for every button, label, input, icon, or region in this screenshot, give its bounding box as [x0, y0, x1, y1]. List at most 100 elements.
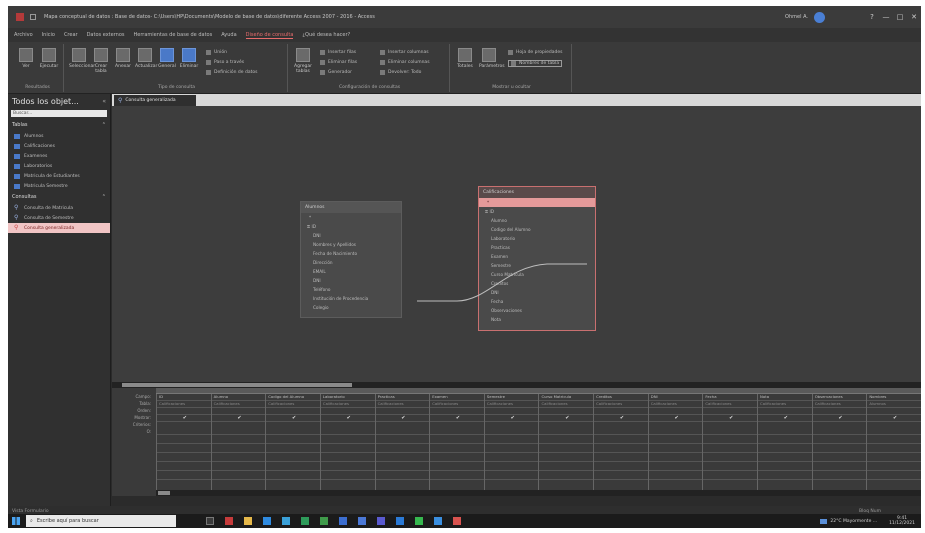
nav-item-query[interactable]: ⚲ Consulta de Matricula — [8, 203, 110, 213]
table-cell[interactable]: Calificaciones — [157, 401, 211, 408]
table-cell[interactable]: Calificaciones — [430, 401, 484, 408]
grid-column[interactable]: Nombres Alumnos ✔ — [866, 394, 921, 490]
view-button[interactable]: Ver — [16, 48, 36, 69]
sort-cell[interactable] — [867, 408, 921, 415]
close-button[interactable]: ✕ — [907, 13, 921, 21]
totals-button[interactable]: Totales — [455, 48, 475, 69]
table-box-title[interactable]: Calificaciones — [479, 187, 595, 198]
field-cell[interactable]: Nombres — [867, 394, 921, 401]
nav-search-input[interactable]: Buscar... — [11, 110, 107, 117]
table-cell[interactable]: Calificaciones — [266, 401, 320, 408]
zoom-icon[interactable] — [434, 517, 442, 525]
field[interactable]: Practicas — [479, 243, 595, 252]
show-checkbox[interactable]: ✔ — [539, 415, 594, 422]
field-cell[interactable]: Laboratorio — [320, 394, 375, 401]
outlook-icon[interactable] — [358, 517, 366, 525]
field[interactable]: Alumno — [479, 216, 595, 225]
teams-icon[interactable] — [377, 517, 385, 525]
table-cell[interactable]: Calificaciones — [539, 401, 594, 408]
field[interactable]: Fecha de Nacimiento — [301, 249, 401, 258]
sort-cell[interactable] — [758, 408, 812, 415]
show-checkbox[interactable]: ✔ — [758, 415, 812, 422]
sort-cell[interactable] — [157, 408, 211, 415]
minimize-button[interactable]: — — [879, 13, 893, 21]
crosstab-button[interactable]: General — [157, 48, 177, 69]
sort-cell[interactable] — [812, 408, 867, 415]
grid-column[interactable]: Nota Calificaciones ✔ — [757, 394, 812, 490]
show-checkbox[interactable]: ✔ — [157, 415, 211, 422]
sort-cell[interactable] — [648, 408, 703, 415]
table-cell[interactable]: Calificaciones — [375, 401, 430, 408]
grid-column[interactable]: Fecha Calificaciones ✔ — [702, 394, 758, 490]
grid-column[interactable]: ID Calificaciones ✔ — [156, 394, 211, 490]
grid-column[interactable]: Alumno Calificaciones ✔ — [210, 394, 266, 490]
field[interactable]: Colegio — [301, 303, 401, 312]
field-cell[interactable]: Codigo del Alumno — [266, 394, 320, 401]
sort-cell[interactable] — [703, 408, 758, 415]
table-cell[interactable]: Calificaciones — [320, 401, 375, 408]
help-button[interactable]: ? — [865, 13, 879, 21]
show-checkbox[interactable]: ✔ — [648, 415, 703, 422]
nav-section-tables[interactable]: Tablas ⌃ — [8, 119, 110, 131]
store-icon[interactable] — [282, 517, 290, 525]
select-query-button[interactable]: Seleccionar — [69, 48, 95, 69]
sort-cell[interactable] — [375, 408, 430, 415]
run-button[interactable]: Ejecutar — [39, 48, 59, 69]
file-explorer-icon[interactable] — [244, 517, 252, 525]
field-cell[interactable]: Creditos — [594, 394, 648, 401]
scrollbar-thumb[interactable] — [122, 383, 352, 387]
tab-ayuda[interactable]: Ayuda — [221, 32, 236, 38]
append-button[interactable]: Anexar — [113, 48, 133, 69]
table-names-button[interactable]: Nombres de tabla — [508, 60, 563, 67]
property-sheet-button[interactable]: Hoja de propiedades — [508, 50, 562, 55]
nav-collapse-icon[interactable]: « — [102, 98, 106, 105]
scrollbar-thumb[interactable] — [158, 491, 170, 495]
field[interactable]: DNI — [301, 231, 401, 240]
edge-icon[interactable] — [263, 517, 271, 525]
tell-me-search[interactable]: ¿Qué desea hacer? — [302, 32, 350, 38]
user-name[interactable]: Ohmel A. — [785, 14, 808, 20]
nav-header[interactable]: Todos los objet... « — [8, 94, 110, 108]
return-dropdown[interactable]: Devolver: Todo — [380, 70, 421, 75]
field[interactable]: Institución de Procedencia — [301, 294, 401, 303]
builder-button[interactable]: Generador — [320, 70, 352, 75]
relationship-line[interactable] — [417, 256, 587, 306]
clock[interactable]: 9:41 11/12/2021 — [889, 516, 915, 526]
delete-columns-button[interactable]: Eliminar columnas — [380, 60, 430, 65]
field[interactable]: Laboratorio — [479, 234, 595, 243]
app-icon[interactable] — [453, 517, 461, 525]
nav-item-table[interactable]: Laboratorios — [8, 161, 110, 171]
add-tables-button[interactable]: Agregar tablas — [293, 48, 313, 74]
make-table-button[interactable]: Crear tabla — [91, 48, 111, 74]
mail-icon[interactable] — [396, 517, 404, 525]
grid-column[interactable]: Semestre Calificaciones ✔ — [483, 394, 539, 490]
sort-cell[interactable] — [594, 408, 648, 415]
field[interactable]: Nombres y Apellidos — [301, 240, 401, 249]
grid-column[interactable]: Curso Matricula Calificaciones ✔ — [538, 394, 594, 490]
field-key[interactable]: ⚿ ID — [479, 207, 595, 216]
nav-item-table[interactable]: Alumnos — [8, 131, 110, 141]
field[interactable]: EMAIL — [301, 267, 401, 276]
show-checkbox[interactable]: ✔ — [211, 415, 266, 422]
table-cell[interactable]: Calificaciones — [812, 401, 867, 408]
field-cell[interactable]: ID — [157, 394, 211, 401]
table-cell[interactable]: Calificaciones — [211, 401, 266, 408]
grid-column[interactable]: DNI Calificaciones ✔ — [647, 394, 703, 490]
weather-text[interactable]: 22°C Mayormente ... — [830, 519, 877, 524]
show-checkbox[interactable]: ✔ — [375, 415, 430, 422]
show-checkbox[interactable]: ✔ — [594, 415, 648, 422]
field-cell[interactable]: DNI — [648, 394, 703, 401]
field-cell[interactable]: Observaciones — [812, 394, 867, 401]
show-checkbox[interactable]: ✔ — [703, 415, 758, 422]
spotify-icon[interactable] — [415, 517, 423, 525]
table-cell[interactable]: Alumnos — [867, 401, 921, 408]
sort-cell[interactable] — [484, 408, 539, 415]
field-cell[interactable]: Semestre — [484, 394, 539, 401]
table-box-alumnos[interactable]: Alumnos * ⚿ ID DNI Nombres y Apellidos F… — [300, 201, 402, 318]
windows-start-icon[interactable] — [12, 517, 20, 525]
tab-inicio[interactable]: Inicio — [42, 32, 55, 38]
grid-column[interactable]: Creditos Calificaciones ✔ — [593, 394, 648, 490]
table-cell[interactable]: Calificaciones — [758, 401, 812, 408]
table-cell[interactable]: Calificaciones — [703, 401, 758, 408]
grid-scrollbar[interactable] — [156, 490, 921, 496]
